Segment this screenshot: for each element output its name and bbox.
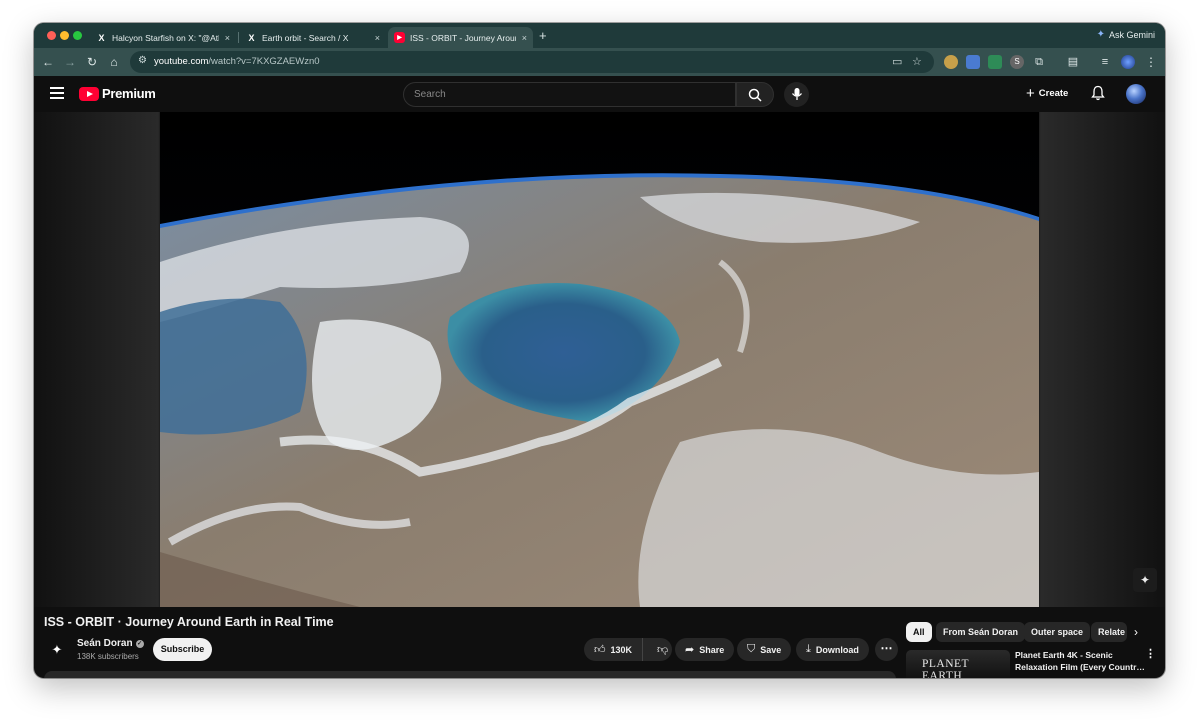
- notifications-bell-icon[interactable]: [1091, 85, 1105, 106]
- browser-toolbar: ← → ↻ ⌂ ⚙ youtube.com/watch?v=7KXGZAEWzn…: [34, 48, 1165, 76]
- minimize-window-button[interactable]: [60, 31, 69, 40]
- search-box: [403, 82, 736, 107]
- share-label: Share: [699, 644, 725, 655]
- bookmark-icon: ⛉: [747, 643, 756, 655]
- close-tab-icon[interactable]: ×: [375, 33, 380, 43]
- browser-menu-icon[interactable]: ⋮: [1144, 55, 1158, 69]
- recommended-title-line-1: Planet Earth 4K - Scenic: [1015, 650, 1113, 660]
- chip-outer-space[interactable]: Outer space: [1024, 622, 1091, 642]
- earth-from-orbit-video-frame: [160, 112, 1039, 607]
- youtube-header: Premium + Create: [34, 76, 1165, 112]
- ask-gemini-label: Ask Gemini: [1108, 29, 1155, 40]
- download-button[interactable]: ⤓ Download: [796, 638, 869, 661]
- tab-halcyon-starfish[interactable]: X Halcyon Starfish on X: "@Atla ×: [90, 27, 236, 48]
- channel-avatar[interactable]: ✦: [48, 641, 66, 659]
- like-dislike-group: 👍︎ 130K 👎︎: [584, 638, 672, 661]
- video-title: ISS - ORBIT · Journey Around Earth in Re…: [44, 615, 334, 629]
- chevron-right-icon[interactable]: ›: [1134, 625, 1138, 639]
- puzzle-extensions-icon[interactable]: ⧉: [1032, 55, 1046, 69]
- search-icon: [748, 88, 762, 102]
- dislike-button[interactable]: 👎︎: [648, 643, 677, 656]
- x-logo-icon: X: [98, 32, 105, 43]
- subscriber-count: 138K subscribers: [77, 652, 139, 661]
- gemini-sparkle-icon: ✦: [1096, 29, 1105, 40]
- home-icon[interactable]: ⌂: [106, 54, 122, 70]
- save-button[interactable]: ⛉ Save: [737, 638, 792, 661]
- tab-title: ISS - ORBIT - Journey Around: [410, 32, 516, 43]
- media-controls-icon[interactable]: ≡: [1098, 55, 1112, 69]
- recommended-title-line-2: Relaxation Film (Every Country...: [1015, 662, 1145, 672]
- address-bar[interactable]: ⚙ youtube.com/watch?v=7KXGZAEWzn0 ▭ ☆: [130, 51, 934, 73]
- download-icon: ⤓: [806, 643, 811, 655]
- close-tab-icon[interactable]: ×: [522, 33, 527, 43]
- create-button[interactable]: + Create: [1026, 85, 1068, 102]
- logo-text: Premium: [102, 86, 156, 101]
- download-label: Download: [815, 644, 859, 655]
- tab-separator: [238, 32, 239, 43]
- close-window-button[interactable]: [47, 31, 56, 40]
- save-label: Save: [760, 644, 782, 655]
- cast-icon[interactable]: ▭: [892, 55, 902, 68]
- create-label: Create: [1038, 88, 1069, 99]
- maximize-window-button[interactable]: [73, 31, 82, 40]
- browser-window: X Halcyon Starfish on X: "@Atla × X Eart…: [34, 23, 1165, 678]
- hamburger-menu-icon[interactable]: [50, 87, 64, 99]
- youtube-play-logo-icon: [79, 86, 99, 101]
- subscribe-button[interactable]: Subscribe: [153, 638, 212, 661]
- site-info-icon[interactable]: ⚙: [138, 55, 147, 66]
- side-panel-icon[interactable]: ▤: [1066, 55, 1080, 69]
- new-tab-button[interactable]: +: [539, 28, 547, 43]
- thumbs-down-icon: 👎︎: [657, 644, 669, 656]
- forward-arrow-icon[interactable]: →: [62, 54, 78, 70]
- voice-search-button[interactable]: [784, 82, 809, 107]
- thumbs-up-icon: 👍︎: [594, 644, 606, 656]
- youtube-favicon-icon: ▶: [394, 32, 405, 43]
- tab-title: Earth orbit - Search / X: [262, 32, 349, 43]
- s-extension-icon[interactable]: S: [1010, 55, 1024, 69]
- ask-gemini-button[interactable]: ✦ Ask Gemini: [1097, 29, 1155, 40]
- thumbnail-text: PLANET EARTH: [922, 658, 969, 678]
- player-area: [34, 112, 1165, 607]
- chip-related[interactable]: Relate: [1091, 622, 1127, 642]
- share-arrow-icon: ➦: [685, 644, 695, 656]
- channel-name[interactable]: Seán Doran ✓: [77, 638, 144, 649]
- back-arrow-icon[interactable]: ←: [40, 54, 56, 70]
- recommended-video-title[interactable]: Planet Earth 4K - Scenic Relaxation Film…: [1015, 649, 1145, 673]
- recommendation-menu-icon[interactable]: ⋮: [1145, 647, 1156, 660]
- channel-name-text: Seán Doran: [77, 638, 133, 649]
- like-button[interactable]: 👍︎ 130K: [584, 638, 644, 661]
- share-button[interactable]: ➦ Share: [675, 638, 735, 661]
- translate-extension-icon[interactable]: [966, 55, 980, 69]
- microphone-icon: [791, 88, 802, 100]
- search-button[interactable]: [736, 82, 774, 107]
- youtube-premium-logo[interactable]: Premium: [79, 86, 156, 101]
- close-tab-icon[interactable]: ×: [225, 33, 230, 43]
- chip-all[interactable]: All: [906, 622, 932, 642]
- like-count: 130K: [610, 644, 633, 655]
- bookmark-star-icon[interactable]: ☆: [912, 55, 922, 68]
- url-text[interactable]: youtube.com/watch?v=7KXGZAEWzn0: [154, 56, 320, 67]
- x-logo-icon: X: [248, 32, 255, 43]
- profile-avatar-icon[interactable]: [1121, 55, 1135, 69]
- more-actions-button[interactable]: ⋯: [875, 638, 898, 661]
- tab-strip: X Halcyon Starfish on X: "@Atla × X Eart…: [34, 23, 1165, 48]
- chip-from-sean-doran[interactable]: From Seán Doran: [936, 622, 1026, 642]
- reload-icon[interactable]: ↻: [84, 54, 100, 70]
- ask-ai-sparkle-button[interactable]: ✦: [1133, 568, 1157, 592]
- shield-extension-icon[interactable]: [988, 55, 1002, 69]
- tab-title: Halcyon Starfish on X: "@Atla: [112, 32, 219, 43]
- extension-icon[interactable]: [944, 55, 958, 69]
- video-player[interactable]: [160, 112, 1039, 607]
- tab-earth-orbit-search[interactable]: X Earth orbit - Search / X ×: [240, 27, 386, 48]
- description-box[interactable]: [44, 671, 896, 678]
- account-avatar[interactable]: [1126, 84, 1146, 104]
- search-input[interactable]: [414, 89, 714, 100]
- recommended-video-thumbnail[interactable]: PLANET EARTH: [906, 650, 1010, 678]
- verified-check-icon: ✓: [135, 639, 144, 648]
- plus-icon: +: [1026, 85, 1035, 102]
- tab-iss-orbit[interactable]: ▶ ISS - ORBIT - Journey Around ×: [388, 27, 533, 48]
